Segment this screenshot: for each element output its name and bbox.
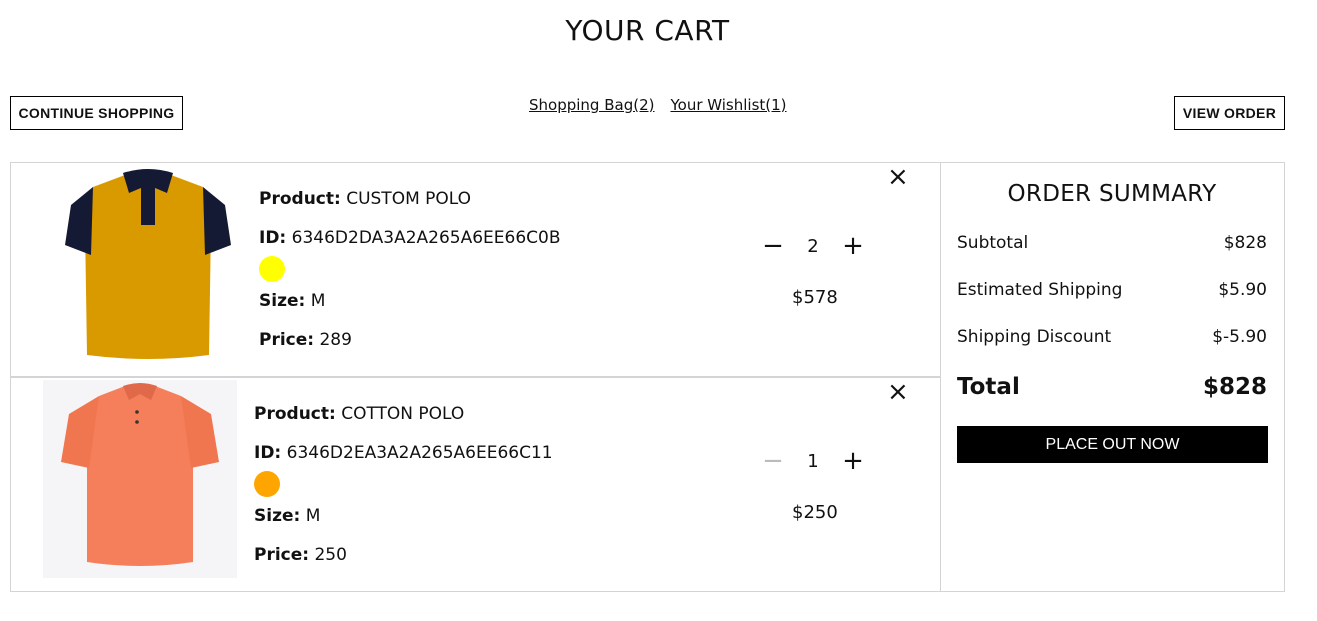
- decrease-quantity-icon[interactable]: −: [761, 448, 785, 474]
- quantity-stepper: − 1 +: [761, 448, 865, 474]
- color-swatch: [254, 471, 280, 497]
- custom-polo-image: [65, 169, 231, 359]
- discount-label: Shipping Discount: [957, 327, 1112, 347]
- cart-item: Product: COTTON POLO ID: 6346D2EA3A2A265…: [11, 378, 940, 592]
- increase-quantity-icon[interactable]: +: [841, 233, 865, 259]
- size-label: Size:: [259, 291, 306, 311]
- price-label: Price:: [259, 330, 315, 350]
- increase-quantity-icon[interactable]: +: [841, 448, 865, 474]
- total-label: Total: [957, 374, 1020, 400]
- remove-item-icon[interactable]: ×: [887, 379, 909, 405]
- decrease-quantity-icon[interactable]: −: [761, 233, 785, 259]
- product-label: Product:: [259, 189, 341, 209]
- view-order-button[interactable]: VIEW ORDER: [1174, 96, 1285, 130]
- discount-row: Shipping Discount $-5.90: [957, 327, 1267, 347]
- subtotal-row: Subtotal $828: [957, 233, 1267, 253]
- shipping-value: $5.90: [1218, 280, 1267, 300]
- line-total: $578: [792, 287, 838, 308]
- total-value: $828: [1202, 374, 1267, 400]
- summary-title: ORDER SUMMARY: [1007, 181, 1217, 207]
- item-details: Product: CUSTOM POLO ID: 6346D2DA3A2A265…: [259, 188, 561, 368]
- remove-item-icon[interactable]: ×: [887, 164, 909, 190]
- place-order-button[interactable]: PLACE OUT NOW: [957, 426, 1268, 463]
- discount-value: $-5.90: [1212, 327, 1267, 347]
- product-name: COTTON POLO: [341, 404, 465, 424]
- price-label: Price:: [254, 545, 310, 565]
- wishlist-link[interactable]: Your Wishlist(1): [670, 96, 786, 114]
- continue-shopping-button[interactable]: CONTINUE SHOPPING: [10, 96, 183, 130]
- product-size: M: [305, 506, 321, 526]
- product-price: 250: [314, 545, 347, 565]
- subtotal-label: Subtotal: [957, 233, 1029, 253]
- cart-item: Product: CUSTOM POLO ID: 6346D2DA3A2A265…: [11, 163, 940, 378]
- quantity-stepper: − 2 +: [761, 233, 865, 259]
- id-label: ID:: [254, 443, 282, 463]
- product-label: Product:: [254, 404, 336, 424]
- product-name: CUSTOM POLO: [346, 189, 472, 209]
- shipping-row: Estimated Shipping $5.90: [957, 280, 1267, 300]
- page-title: YOUR CART: [565, 14, 730, 47]
- cart-items-panel: Product: CUSTOM POLO ID: 6346D2DA3A2A265…: [10, 162, 941, 592]
- product-size: M: [310, 291, 326, 311]
- size-label: Size:: [254, 506, 301, 526]
- quantity-value: 1: [807, 450, 819, 472]
- id-label: ID:: [259, 228, 287, 248]
- top-links: Shopping Bag(2) Your Wishlist(1): [529, 96, 787, 114]
- color-swatch: [259, 256, 285, 282]
- item-details: Product: COTTON POLO ID: 6346D2EA3A2A265…: [254, 403, 553, 583]
- shopping-bag-link[interactable]: Shopping Bag(2): [529, 96, 654, 114]
- shipping-label: Estimated Shipping: [957, 280, 1123, 300]
- cotton-polo-image: [43, 380, 237, 578]
- subtotal-value: $828: [1223, 233, 1267, 253]
- line-total: $250: [792, 502, 838, 523]
- order-summary-panel: ORDER SUMMARY Subtotal $828 Estimated Sh…: [941, 162, 1285, 592]
- quantity-value: 2: [807, 235, 819, 257]
- product-price: 289: [319, 330, 352, 350]
- product-id: 6346D2DA3A2A265A6EE66C0B: [291, 228, 561, 248]
- total-row: Total $828: [957, 374, 1267, 400]
- product-id: 6346D2EA3A2A265A6EE66C11: [286, 443, 553, 463]
